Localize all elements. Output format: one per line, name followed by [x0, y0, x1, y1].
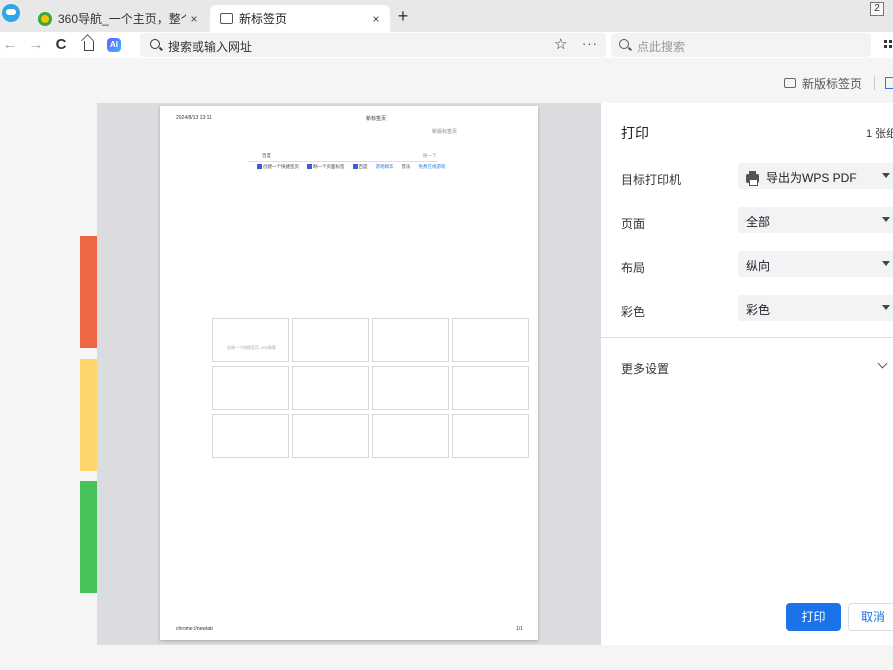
print-preview-area: 2024/8/13 13:11 新标签页 新版标签页 百度 搜一下 创建一个快捷…	[97, 103, 601, 645]
settings-divider	[601, 337, 893, 338]
preview-sheet: 2024/8/13 13:11 新标签页 新版标签页 百度 搜一下 创建一个快捷…	[160, 106, 538, 640]
preview-tile-text: 创建一个快捷签页, 600像素	[227, 345, 276, 350]
preview-tile	[372, 318, 449, 362]
back-button[interactable]: ←	[1, 35, 19, 55]
color-value: 彩色	[746, 303, 771, 317]
apps-grid-icon[interactable]	[884, 40, 893, 50]
sheet-count: 1 张纸	[866, 128, 893, 140]
tab-title: 360导航_一个主页，整个世界	[58, 12, 186, 26]
layout-label: 布局	[621, 261, 646, 275]
preview-search-hint: 搜一下	[423, 153, 437, 158]
chevron-down-icon[interactable]	[877, 358, 888, 369]
search-placeholder: 点此搜索	[637, 40, 686, 54]
dropdown-caret-icon	[882, 217, 890, 222]
search-box[interactable]: 点此搜索	[611, 33, 871, 57]
preview-link: 制一个页面标签	[307, 164, 345, 170]
navigation-toolbar: ← → C AI 搜索或输入网址 ☆ ··· 点此搜索	[0, 32, 893, 58]
divider	[874, 76, 875, 90]
blue-square-icon	[307, 164, 312, 170]
preview-link: 创建一个快捷签页	[257, 164, 299, 170]
printer-icon	[746, 171, 759, 186]
preview-top-right-link: 新版标签页	[432, 129, 458, 135]
preview-link: 百度	[352, 164, 368, 170]
home-button[interactable]	[80, 35, 98, 55]
print-title: 打印	[621, 125, 649, 141]
pages-label: 页面	[621, 217, 646, 231]
preview-tile	[292, 366, 369, 410]
destination-select[interactable]: 导出为WPS PDF	[738, 163, 893, 189]
preview-tile	[452, 414, 529, 458]
preview-footer-page: 1/1	[516, 626, 523, 632]
new-tab-button[interactable]: +	[393, 5, 413, 27]
preview-tile: 创建一个快捷签页, 600像素	[212, 318, 289, 362]
print-settings-panel: 打印 1 张纸 目标打印机 导出为WPS PDF 页面 全部 布局 纵向 彩色 …	[601, 103, 893, 645]
new-tab-page-icon	[783, 78, 796, 88]
search-icon	[150, 39, 160, 49]
close-tab-icon[interactable]: ×	[186, 12, 202, 26]
tab-360-navigation[interactable]: 360导航_一个主页，整个世界 ×	[32, 5, 208, 32]
ai-assistant-icon[interactable]: AI	[107, 38, 121, 52]
preview-search-bar: 百度 搜一下	[248, 151, 438, 162]
preview-search-text: 百度	[262, 153, 271, 158]
preview-tile	[212, 414, 289, 458]
preview-link: 音乐	[401, 164, 411, 169]
360-favicon-icon	[38, 11, 52, 26]
blue-square-icon	[257, 164, 262, 170]
layout-icon[interactable]	[885, 77, 893, 89]
red-side-strip	[80, 236, 98, 348]
preview-link: 免费在线游戏	[418, 164, 446, 169]
preview-links: 创建一个快捷签页 制一个页面标签 百度 游戏精华 音乐 免费在线游戏	[257, 164, 446, 170]
tab-bar: 360导航_一个主页，整个世界 × 新标签页 × + 2	[0, 0, 893, 32]
bookmark-star-icon[interactable]: ☆	[554, 35, 567, 53]
preview-tile	[292, 318, 369, 362]
cancel-button[interactable]: 取消	[848, 603, 893, 631]
yellow-side-strip	[80, 359, 98, 471]
print-button[interactable]: 打印	[786, 603, 841, 631]
color-select[interactable]: 彩色	[738, 295, 893, 321]
layout-value: 纵向	[746, 259, 771, 273]
preview-tile	[372, 414, 449, 458]
blue-square-icon	[352, 164, 358, 170]
preview-tile	[292, 414, 369, 458]
close-tab-icon[interactable]: ×	[368, 12, 384, 26]
destination-label: 目标打印机	[621, 173, 682, 187]
pages-value: 全部	[746, 215, 771, 229]
green-side-strip	[80, 481, 98, 593]
new-tab-favicon-icon	[220, 13, 233, 24]
preview-link: 游戏精华	[375, 164, 394, 169]
tab-title: 新标签页	[239, 12, 288, 26]
more-icon[interactable]: ···	[582, 36, 598, 51]
dropdown-caret-icon	[882, 173, 890, 178]
preview-footer-url: chrome://newtab	[176, 626, 213, 632]
tab-new-tab-page[interactable]: 新标签页 ×	[210, 5, 390, 32]
page-topbar: 新版标签页	[783, 72, 893, 94]
forward-button[interactable]: →	[27, 35, 45, 55]
more-settings-toggle[interactable]: 更多设置	[621, 360, 669, 377]
home-icon	[84, 41, 94, 51]
browser-logo-icon[interactable]	[2, 4, 20, 22]
address-bar[interactable]: 搜索或输入网址 ☆ ···	[140, 33, 606, 57]
window-count-badge[interactable]: 2	[870, 2, 884, 16]
destination-value: 导出为WPS PDF	[746, 169, 857, 186]
preview-title: 新标签页	[366, 116, 387, 122]
preview-tile	[452, 318, 529, 362]
preview-tile	[372, 366, 449, 410]
reload-button[interactable]: C	[52, 35, 70, 55]
search-icon	[619, 39, 629, 49]
dropdown-caret-icon	[882, 261, 890, 266]
preview-tile-grid: 创建一个快捷签页, 600像素	[212, 318, 529, 458]
preview-tile	[212, 366, 289, 410]
color-label: 彩色	[621, 305, 646, 319]
address-placeholder: 搜索或输入网址	[168, 40, 253, 54]
layout-select[interactable]: 纵向	[738, 251, 893, 277]
pages-select[interactable]: 全部	[738, 207, 893, 233]
preview-date: 2024/8/13 13:11	[176, 115, 212, 121]
new-version-tab-link[interactable]: 新版标签页	[802, 75, 862, 92]
preview-tile	[452, 366, 529, 410]
dropdown-caret-icon	[882, 305, 890, 310]
print-dialog: 2024/8/13 13:11 新标签页 新版标签页 百度 搜一下 创建一个快捷…	[97, 103, 893, 645]
